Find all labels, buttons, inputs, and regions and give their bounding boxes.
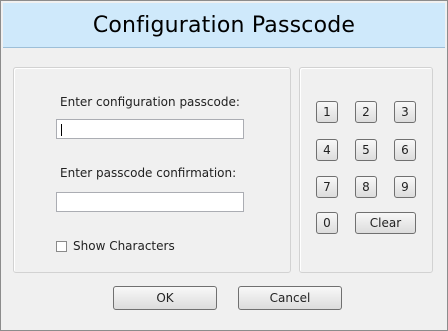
keypad-9-button[interactable]: 9 [394, 176, 416, 198]
text-caret [61, 124, 62, 136]
confirm-label: Enter passcode confirmation: [60, 166, 237, 180]
keypad-1-button[interactable]: 1 [316, 101, 338, 123]
title-bar: Configuration Passcode [3, 3, 445, 48]
dialog-title: Configuration Passcode [92, 12, 356, 38]
keypad-panel: 1 2 3 4 5 6 7 8 9 0 Clear [299, 67, 433, 273]
keypad-4-button[interactable]: 4 [316, 139, 338, 161]
passcode-confirm-input[interactable] [56, 192, 244, 212]
keypad-6-button[interactable]: 6 [394, 139, 416, 161]
keypad-3-button[interactable]: 3 [394, 101, 416, 123]
ok-button[interactable]: OK [113, 286, 217, 310]
passcode-input[interactable] [56, 119, 244, 139]
configuration-passcode-dialog: Configuration Passcode Enter configurati… [0, 0, 448, 331]
keypad-8-button[interactable]: 8 [355, 176, 377, 198]
show-characters-label: Show Characters [73, 239, 175, 253]
passcode-label: Enter configuration passcode: [60, 95, 240, 109]
clear-button[interactable]: Clear [355, 212, 416, 234]
keypad-5-button[interactable]: 5 [355, 139, 377, 161]
passcode-entry-panel: Enter configuration passcode: Enter pass… [13, 67, 291, 273]
show-characters-row[interactable]: Show Characters [56, 239, 175, 253]
cancel-button[interactable]: Cancel [238, 286, 342, 310]
keypad-2-button[interactable]: 2 [355, 101, 377, 123]
keypad-7-button[interactable]: 7 [316, 176, 338, 198]
show-characters-checkbox[interactable] [56, 240, 67, 252]
keypad-0-button[interactable]: 0 [316, 212, 338, 234]
